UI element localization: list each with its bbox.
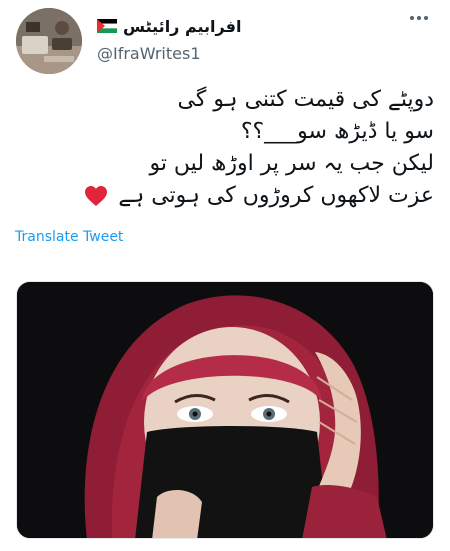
more-options-icon[interactable]: [410, 16, 428, 20]
tweet-line-with-emoji: عزت لاکھوں کروڑوں کی ہوتی ہے: [40, 180, 434, 212]
tweet-line: لیکن جب یہ سر پر اوڑھ لیں تو: [149, 151, 434, 176]
author-handle[interactable]: @IfraWrites1: [97, 44, 201, 63]
photo-woman-in-hijab-icon: [17, 282, 433, 538]
tweet-media-image[interactable]: [16, 281, 434, 539]
red-heart-icon: [84, 185, 108, 207]
avatar-photo-icon: [16, 8, 82, 74]
tweet-line: سو یا ڈیڑھ سو___؟؟: [240, 119, 434, 144]
author-avatar[interactable]: [16, 8, 82, 74]
author-display-name[interactable]: افرابیم رائیٹس: [123, 17, 241, 36]
tweet-card[interactable]: افرابیم رائیٹس @IfraWrites1 دوپٹے کی قیم…: [0, 0, 450, 551]
palestine-flag-icon: [97, 19, 117, 33]
tweet-text: دوپٹے کی قیمت کتنی ہو گی سو یا ڈیڑھ سو__…: [40, 84, 434, 212]
tweet-line: دوپٹے کی قیمت کتنی ہو گی: [177, 87, 434, 112]
translate-tweet-link[interactable]: Translate Tweet: [15, 229, 123, 245]
tweet-line: عزت لاکھوں کروڑوں کی ہوتی ہے: [118, 183, 434, 208]
